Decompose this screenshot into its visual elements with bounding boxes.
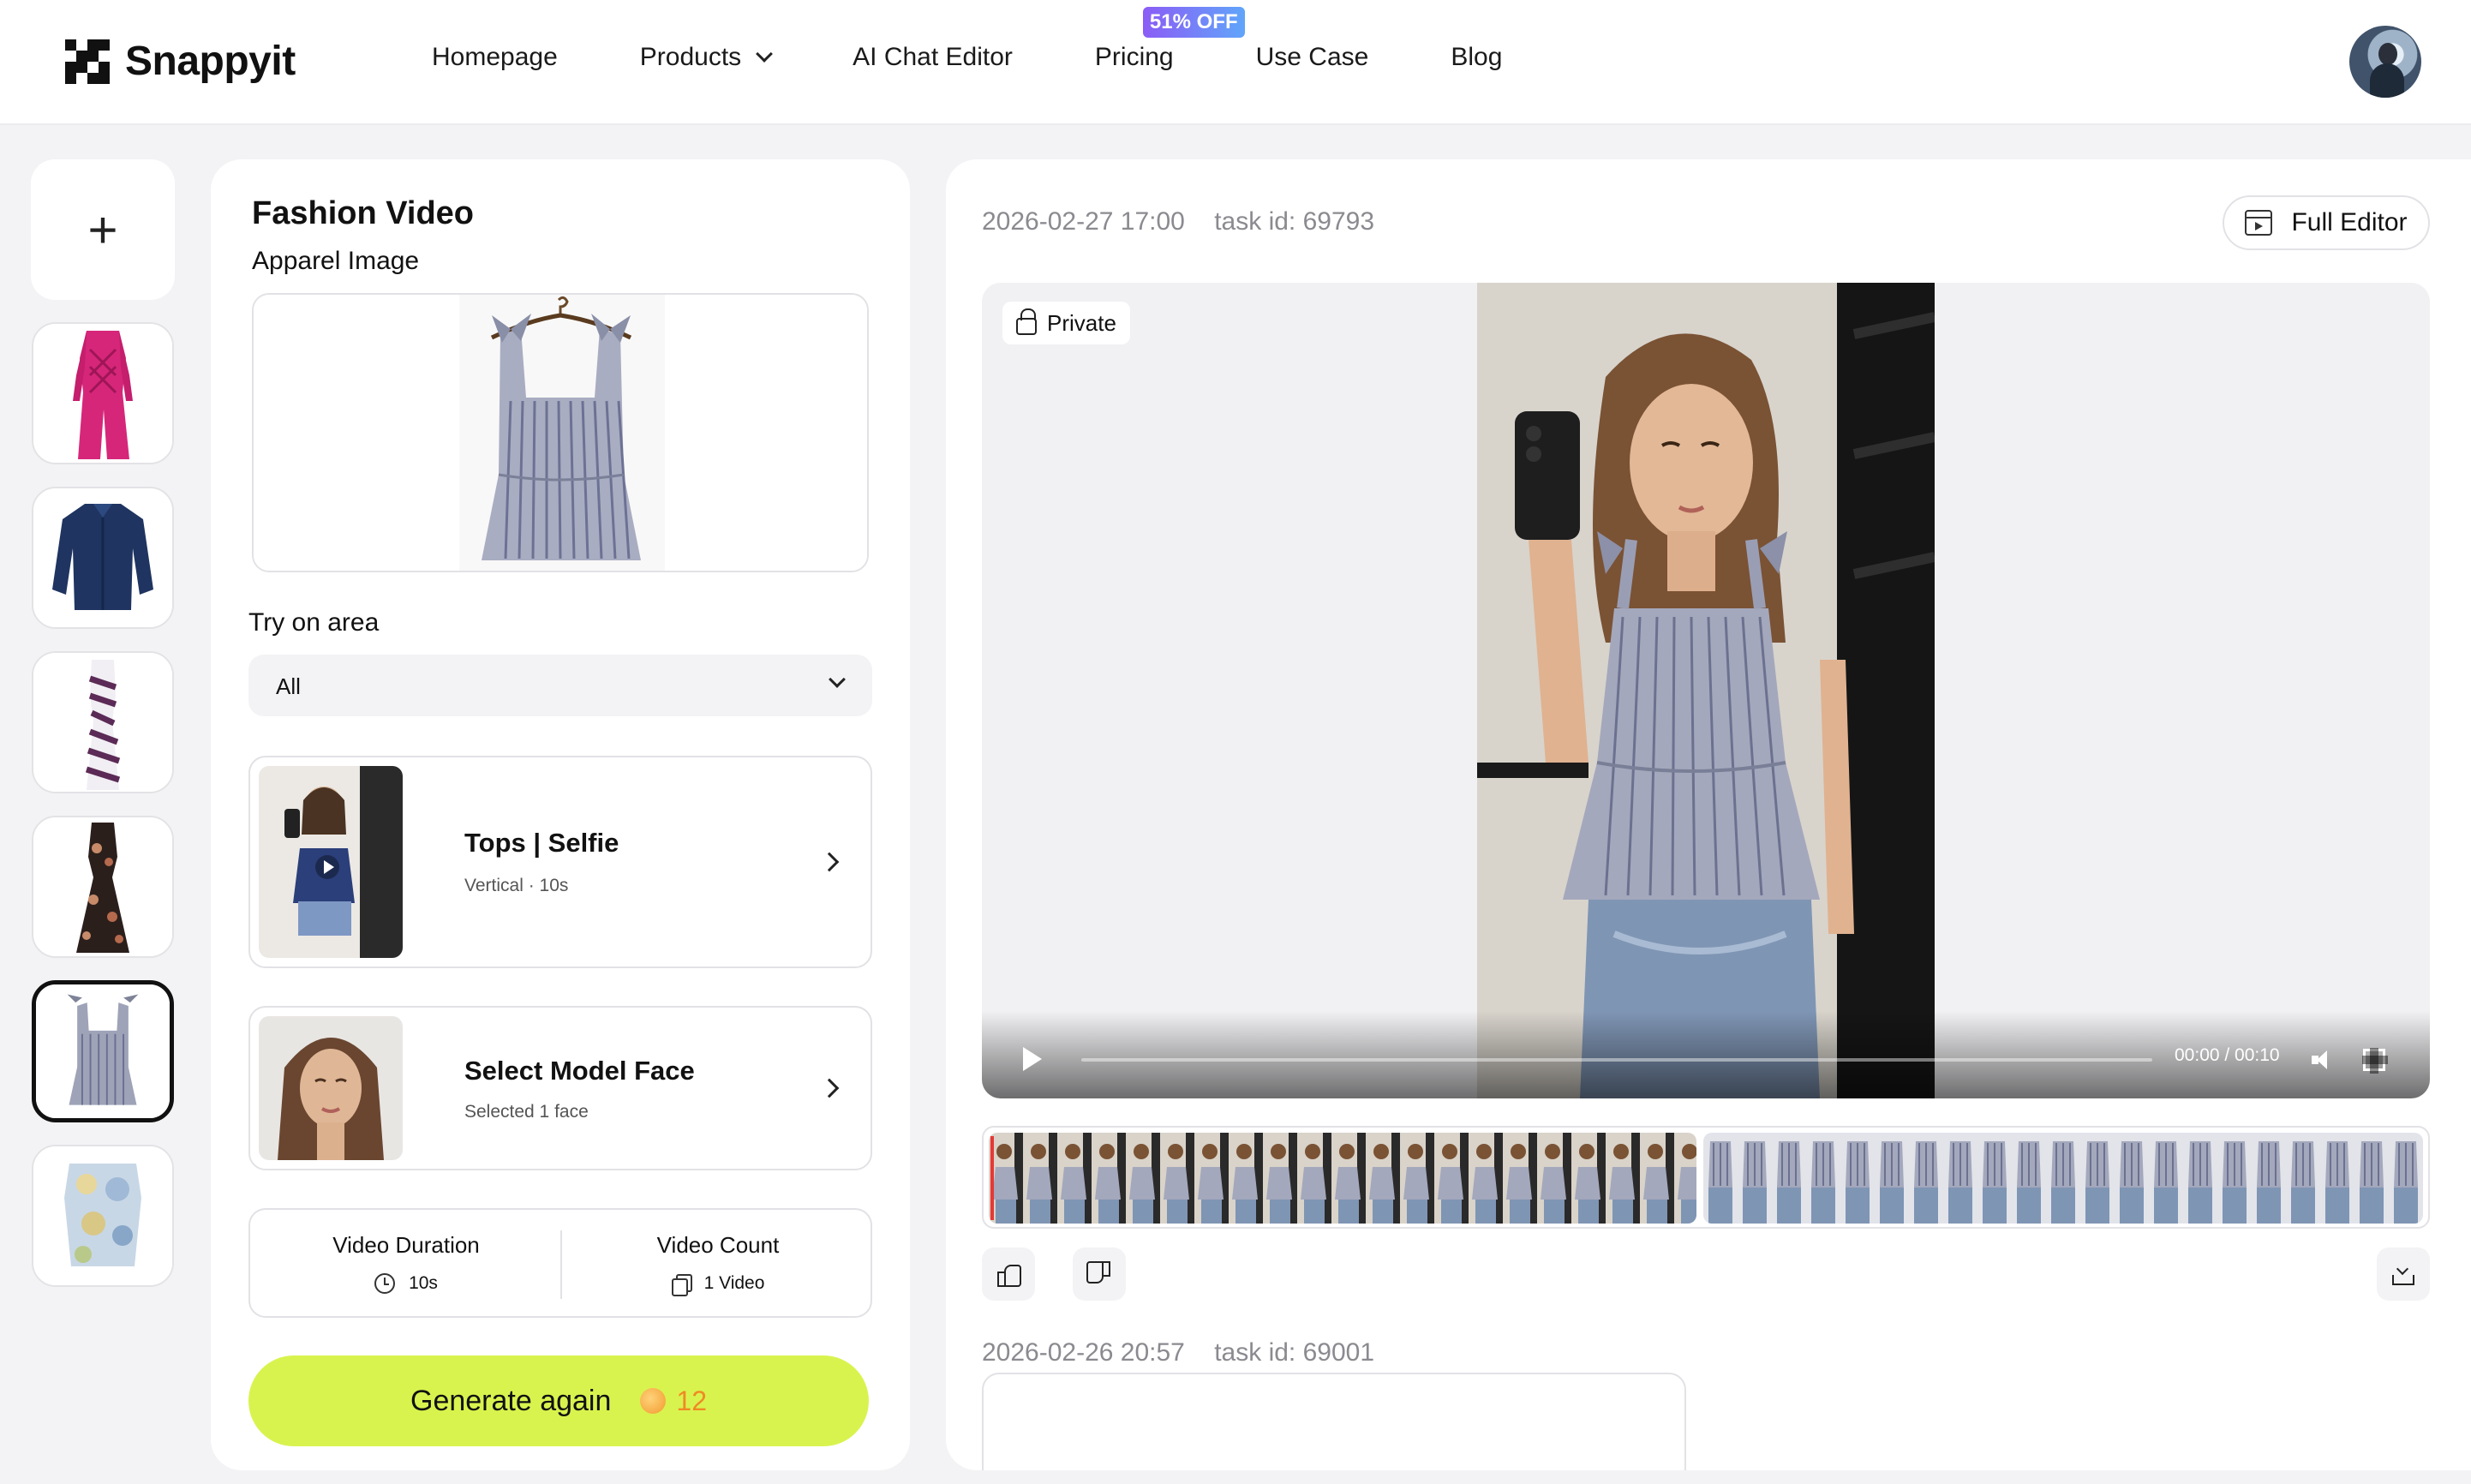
private-badge[interactable]: Private bbox=[1002, 302, 1130, 344]
logo-text: Snappyit bbox=[125, 39, 296, 84]
clock-icon bbox=[374, 1273, 396, 1294]
striped-top-image bbox=[36, 984, 170, 1118]
user-avatar[interactable] bbox=[2349, 26, 2421, 98]
nav-products-label: Products bbox=[639, 43, 742, 71]
full-editor-button[interactable]: Full Editor bbox=[2223, 195, 2430, 250]
video-timeline[interactable] bbox=[982, 1126, 2430, 1229]
thumbnail-floral-jacket[interactable] bbox=[32, 1145, 174, 1287]
copy-icon bbox=[671, 1274, 692, 1296]
previous-task-date: 2026-02-26 20:57 bbox=[982, 1338, 1185, 1367]
template-subtitle: Vertical · 10s bbox=[464, 876, 569, 895]
task-meta: 2026-02-27 17:00 task id: 69793 bbox=[982, 207, 1374, 236]
dislike-button[interactable] bbox=[1073, 1248, 1126, 1301]
apparel-image-upload[interactable] bbox=[252, 293, 869, 572]
thumbnail-navy-shirt[interactable] bbox=[32, 487, 174, 629]
video-controls: 00:00 / 00:10 bbox=[982, 1011, 2430, 1098]
top-header: Snappyit Homepage Products AI Chat Edito… bbox=[0, 0, 2471, 125]
previous-task-id: task id: 69001 bbox=[1214, 1338, 1375, 1367]
generate-again-button[interactable]: Generate again 12 bbox=[248, 1355, 869, 1446]
download-button[interactable] bbox=[2377, 1248, 2430, 1301]
model-face-preview bbox=[259, 1016, 403, 1160]
task-date: 2026-02-27 17:00 bbox=[982, 207, 1185, 236]
chevron-right-icon bbox=[819, 1078, 840, 1098]
video-duration-label: Video Duration bbox=[332, 1232, 480, 1258]
generate-again-label: Generate again bbox=[410, 1384, 612, 1417]
video-player[interactable]: Private 00:00 / 00:10 bbox=[982, 283, 2430, 1098]
video-settings: Video Duration 10s Video Count 1 Video bbox=[248, 1208, 872, 1318]
apparel-image-preview bbox=[254, 295, 867, 571]
thumbs-up-icon bbox=[997, 1263, 1021, 1287]
result-panel: 2026-02-27 17:00 task id: 69793 Full Edi… bbox=[946, 159, 2471, 1470]
task-id: task id: 69793 bbox=[1214, 207, 1375, 236]
video-time: 00:00 / 00:10 bbox=[2175, 1045, 2280, 1065]
chevron-down-icon bbox=[756, 45, 774, 63]
form-title: Fashion Video bbox=[252, 195, 475, 231]
thumbnail-striped-top[interactable] bbox=[32, 980, 174, 1122]
full-editor-label: Full Editor bbox=[2291, 208, 2408, 236]
previous-task-meta: 2026-02-26 20:57 task id: 69001 bbox=[982, 1338, 1374, 1367]
timeline-segment[interactable] bbox=[1703, 1133, 2423, 1224]
fashion-video-form: Fashion Video Apparel Image Try on area bbox=[211, 159, 910, 1470]
nav-pricing[interactable]: Pricing 51% OFF bbox=[1094, 7, 1245, 72]
add-new-button[interactable]: + bbox=[31, 159, 175, 300]
mute-icon[interactable] bbox=[2312, 1049, 2336, 1071]
chevron-right-icon bbox=[819, 852, 840, 872]
zebra-dress-image bbox=[33, 653, 172, 792]
thumbnail-pink-dress[interactable] bbox=[32, 322, 174, 464]
like-button[interactable] bbox=[982, 1248, 1035, 1301]
nav-ai-chat-editor[interactable]: AI Chat Editor bbox=[853, 43, 1013, 72]
add-icon: + bbox=[87, 200, 118, 259]
model-face-subtitle: Selected 1 face bbox=[464, 1102, 589, 1122]
main-nav: Homepage Products AI Chat Editor Pricing… bbox=[432, 7, 1584, 72]
chevron-down-icon bbox=[829, 671, 846, 688]
playhead[interactable] bbox=[990, 1136, 994, 1220]
floral-jacket-image bbox=[33, 1146, 172, 1285]
private-label: Private bbox=[1047, 309, 1116, 336]
navy-shirt-image bbox=[33, 488, 172, 627]
try-on-area-label: Try on area bbox=[248, 608, 380, 637]
try-on-area-select[interactable]: All bbox=[248, 655, 872, 716]
timeline-segment[interactable] bbox=[989, 1133, 1696, 1224]
video-count-value: 1 Video bbox=[703, 1273, 765, 1293]
history-thumbnails: + bbox=[31, 159, 175, 1287]
template-selector[interactable]: Tops | Selfie Vertical · 10s bbox=[248, 756, 872, 968]
video-frame bbox=[1477, 283, 1935, 1098]
video-count-label: Video Count bbox=[656, 1232, 780, 1258]
template-preview bbox=[259, 766, 403, 958]
nav-pricing-label: Pricing bbox=[1094, 43, 1174, 71]
previous-task-card[interactable] bbox=[982, 1373, 1686, 1470]
pink-dress-image bbox=[33, 324, 172, 463]
download-icon bbox=[2392, 1263, 2414, 1285]
play-icon[interactable] bbox=[1023, 1047, 1042, 1071]
lock-icon bbox=[1016, 308, 1037, 335]
nav-use-case[interactable]: Use Case bbox=[1256, 43, 1369, 72]
discount-badge: 51% OFF bbox=[1142, 7, 1245, 38]
thumbs-down-icon bbox=[1088, 1263, 1110, 1285]
apparel-image-label: Apparel Image bbox=[252, 247, 420, 275]
thumbnail-zebra-dress[interactable] bbox=[32, 651, 174, 793]
template-title: Tops | Selfie bbox=[464, 828, 619, 858]
video-duration-setting[interactable]: Video Duration 10s bbox=[250, 1210, 562, 1319]
logo[interactable]: Snappyit bbox=[65, 38, 296, 85]
editor-icon bbox=[2245, 210, 2273, 236]
model-face-selector[interactable]: Select Model Face Selected 1 face bbox=[248, 1006, 872, 1170]
credit-cost: 12 bbox=[676, 1385, 707, 1416]
model-face-title: Select Model Face bbox=[464, 1056, 695, 1086]
nav-blog[interactable]: Blog bbox=[1451, 43, 1502, 72]
nav-products[interactable]: Products bbox=[639, 43, 774, 72]
nav-homepage[interactable]: Homepage bbox=[432, 43, 558, 72]
video-progress-bar[interactable] bbox=[1081, 1058, 2152, 1062]
logo-mark-icon bbox=[65, 39, 110, 84]
floral-dress-image bbox=[33, 817, 172, 956]
coin-icon bbox=[640, 1388, 667, 1414]
thumbnail-floral-dress[interactable] bbox=[32, 816, 174, 958]
video-duration-value: 10s bbox=[409, 1273, 438, 1293]
fullscreen-icon[interactable] bbox=[2362, 1048, 2388, 1074]
try-on-area-value: All bbox=[276, 673, 301, 699]
video-count-setting[interactable]: Video Count 1 Video bbox=[562, 1210, 874, 1319]
